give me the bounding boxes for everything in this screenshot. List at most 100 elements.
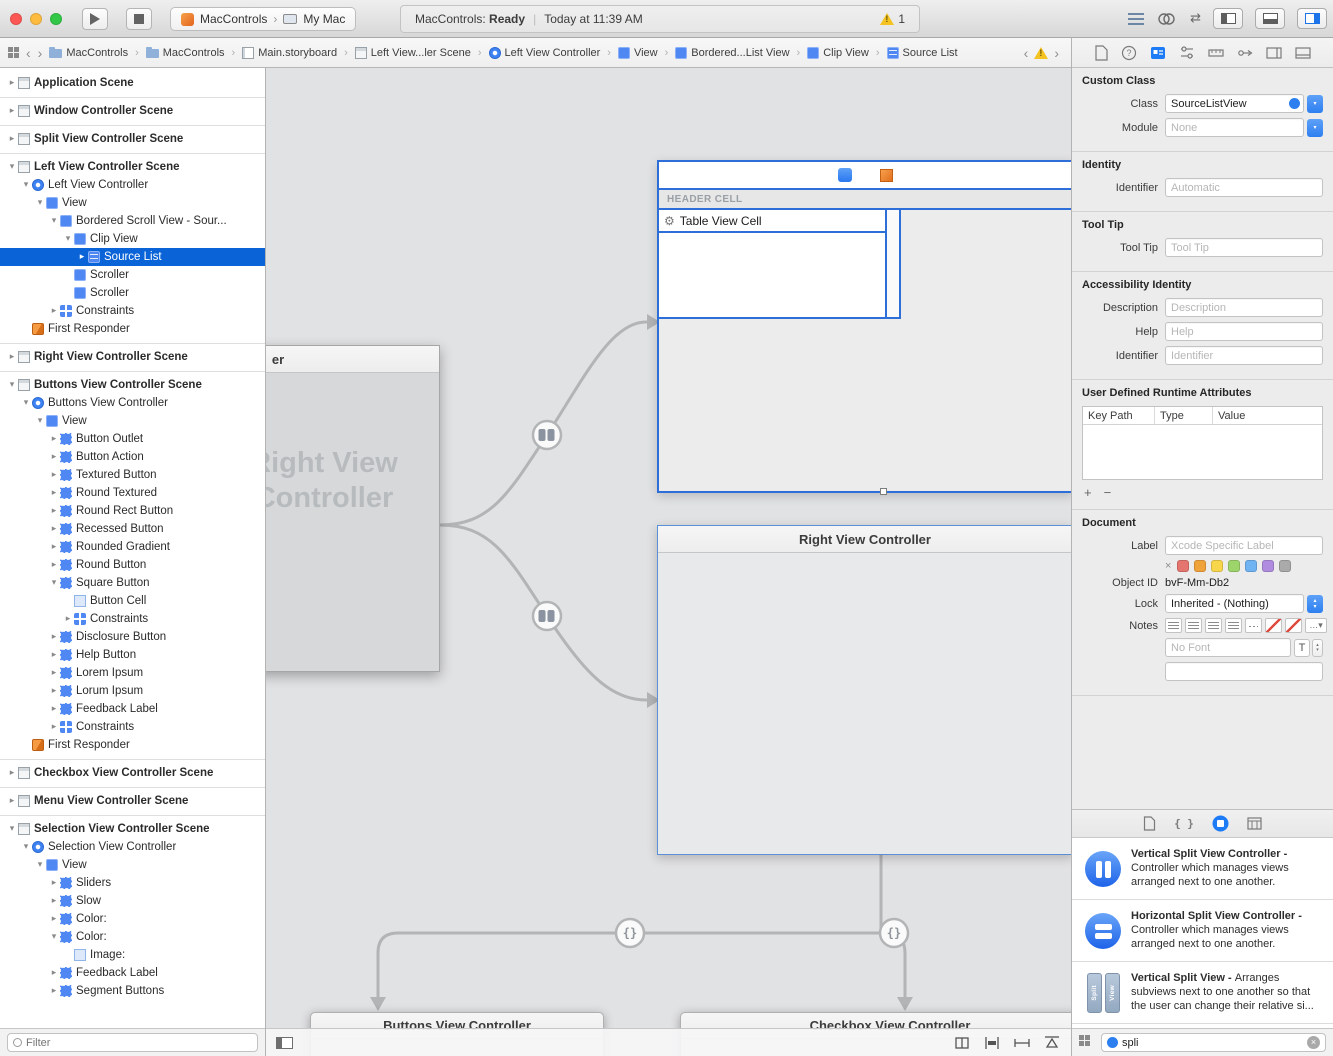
library-filter-input[interactable]	[1122, 1037, 1303, 1049]
color-swatch[interactable]	[1245, 560, 1257, 572]
outline-row[interactable]: ▾View	[0, 856, 265, 874]
back-button[interactable]: ‹	[26, 46, 31, 60]
library-item[interactable]: SplitViewVertical Split View - Arranges …	[1072, 962, 1333, 1024]
outline-row[interactable]: ▸Menu View Controller Scene	[0, 787, 265, 810]
color-swatch[interactable]	[1194, 560, 1206, 572]
outline-row[interactable]: ▸Lorum Ipsum	[0, 682, 265, 700]
table-column[interactable]: ⚙ Table View Cell	[659, 210, 887, 319]
version-editor-icon[interactable]: ⇄	[1190, 11, 1201, 26]
no-color-icon[interactable]: ×	[1165, 560, 1171, 572]
disclosure-triangle[interactable]: ▸	[48, 986, 60, 996]
zoom-window-button[interactable]	[50, 13, 62, 25]
disclosure-triangle[interactable]: ▸	[6, 796, 18, 806]
outline-row[interactable]: ▾View	[0, 412, 265, 430]
breadcrumb-item[interactable]: MacControls	[146, 47, 225, 59]
outline-row[interactable]: ▸Sliders	[0, 874, 265, 892]
color-swatch[interactable]	[1279, 560, 1291, 572]
quick-help-icon[interactable]: ?	[1121, 45, 1137, 61]
disclosure-triangle[interactable]: ▾	[48, 578, 60, 588]
outline-row[interactable]: ▸Segment Buttons	[0, 982, 265, 1000]
disclosure-triangle[interactable]: ▾	[20, 180, 32, 190]
outline-row[interactable]: ▾Left View Controller	[0, 176, 265, 194]
outline-row[interactable]: ▸Button Outlet	[0, 430, 265, 448]
outline-row[interactable]: ▸Feedback Label	[0, 700, 265, 718]
stop-button[interactable]	[126, 8, 152, 30]
clear-filter-icon[interactable]: ×	[1307, 1036, 1320, 1049]
outline-row[interactable]: ▸Constraints	[0, 610, 265, 628]
resolve-auto-layout-icon[interactable]	[1043, 1036, 1061, 1050]
outline-row[interactable]: Button Cell	[0, 592, 265, 610]
class-dropdown-button[interactable]: ▾	[1307, 95, 1323, 113]
breadcrumb-item[interactable]: Source List	[887, 47, 958, 59]
lock-popup-button[interactable]: ▴▾	[1307, 595, 1323, 613]
dashed-style-button[interactable]	[1245, 618, 1262, 633]
pin-icon[interactable]	[1013, 1036, 1031, 1050]
disclosure-triangle[interactable]: ▸	[48, 470, 60, 480]
disclosure-triangle[interactable]: ▸	[6, 768, 18, 778]
more-format-button[interactable]: …▾	[1305, 618, 1327, 633]
connections-inspector-icon[interactable]	[1237, 45, 1253, 61]
description-field[interactable]	[1165, 298, 1323, 317]
library-filter-field[interactable]: ×	[1101, 1033, 1326, 1052]
disclosure-triangle[interactable]: ▾	[20, 842, 32, 852]
close-window-button[interactable]	[10, 13, 22, 25]
file-template-library-icon[interactable]	[1143, 816, 1156, 831]
outline-row[interactable]: ▾View	[0, 194, 265, 212]
outline-row[interactable]: ▾Selection View Controller	[0, 838, 265, 856]
outline-row[interactable]: ▾Color:	[0, 928, 265, 946]
align-icon[interactable]	[983, 1036, 1001, 1050]
library-item[interactable]: Horizontal Split View Controller - Contr…	[1072, 900, 1333, 962]
notes-field[interactable]	[1165, 662, 1323, 681]
outline-row[interactable]: ▸Split View Controller Scene	[0, 125, 265, 148]
disclosure-triangle[interactable]: ▸	[48, 722, 60, 732]
breadcrumb-item[interactable]: MacControls	[49, 47, 128, 59]
library-grid-view-icon[interactable]	[1079, 1035, 1095, 1051]
identifier-field[interactable]	[1165, 178, 1323, 197]
disclosure-triangle[interactable]: ▸	[48, 968, 60, 978]
outline-row[interactable]: Scroller	[0, 284, 265, 302]
outline-row[interactable]: ▾Buttons View Controller	[0, 394, 265, 412]
disclosure-triangle[interactable]: ▾	[48, 932, 60, 942]
outline-row[interactable]: ▸Source List	[0, 248, 265, 266]
related-items-icon[interactable]	[8, 47, 19, 58]
run-button[interactable]	[82, 8, 108, 30]
code-snippet-library-icon[interactable]: { }	[1174, 817, 1194, 830]
color-swatch[interactable]	[1177, 560, 1189, 572]
disclosure-triangle[interactable]: ▸	[62, 614, 74, 624]
disclosure-triangle[interactable]: ▸	[48, 704, 60, 714]
module-dropdown-button[interactable]: ▾	[1307, 119, 1323, 137]
right-view-controller-scene[interactable]: Right View Controller	[657, 525, 1071, 855]
disclosure-triangle[interactable]: ▾	[48, 216, 60, 226]
disclosure-triangle[interactable]: ▸	[6, 134, 18, 144]
disclosure-triangle[interactable]: ▸	[48, 488, 60, 498]
outline-row[interactable]: ▾Left View Controller Scene	[0, 153, 265, 176]
outline-row[interactable]: ▾Selection View Controller Scene	[0, 815, 265, 838]
help-field[interactable]	[1165, 322, 1323, 341]
outline-row[interactable]: ▾Clip View	[0, 230, 265, 248]
module-field[interactable]	[1165, 118, 1304, 137]
disclosure-triangle[interactable]: ▸	[48, 306, 60, 316]
breadcrumb-item[interactable]: Bordered...List View	[675, 47, 789, 59]
document-label-field[interactable]	[1165, 536, 1323, 555]
toggle-document-outline-icon[interactable]	[276, 1037, 293, 1049]
size-inspector-icon[interactable]	[1208, 45, 1224, 61]
outline-row[interactable]: ▸Application Scene	[0, 73, 265, 92]
storyboard-canvas[interactable]: {} {} er Right View Controller	[266, 68, 1071, 1056]
color-swatch[interactable]	[1262, 560, 1274, 572]
view-controller-icon[interactable]	[838, 168, 852, 182]
outline-row[interactable]: Scroller	[0, 266, 265, 284]
toggle-navigator-button[interactable]	[1213, 8, 1243, 29]
outline-row[interactable]: ▸Slow	[0, 892, 265, 910]
outline-row[interactable]: ▸Round Textured	[0, 484, 265, 502]
outline-row[interactable]: ▸Round Rect Button	[0, 502, 265, 520]
disclosure-triangle[interactable]: ▾	[6, 380, 18, 390]
disclosure-triangle[interactable]: ▸	[48, 650, 60, 660]
outline-row[interactable]: ▸Help Button	[0, 646, 265, 664]
outline-filter-input[interactable]	[26, 1037, 252, 1049]
font-panel-button[interactable]: T	[1294, 639, 1310, 657]
disclosure-triangle[interactable]: ▾	[34, 860, 46, 870]
outline-row[interactable]: ▸Lorem Ipsum	[0, 664, 265, 682]
add-attribute-button[interactable]: +	[1084, 485, 1092, 500]
disclosure-triangle[interactable]: ▸	[48, 632, 60, 642]
disclosure-triangle[interactable]: ▸	[6, 352, 18, 362]
